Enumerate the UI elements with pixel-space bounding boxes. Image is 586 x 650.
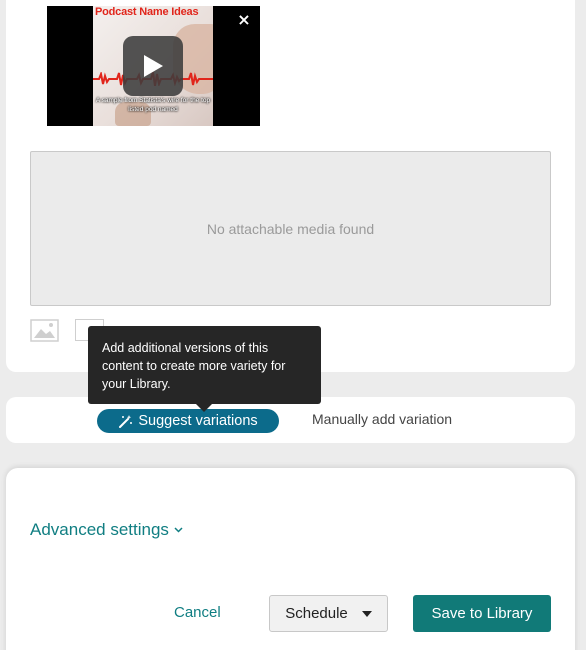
video-thumbnail[interactable]: Podcast Name Ideas A sample from Statist… (47, 6, 260, 126)
play-button[interactable] (123, 36, 183, 96)
suggest-variations-label: Suggest variations (138, 413, 258, 429)
caret-down-icon (361, 610, 372, 617)
tooltip-arrow (195, 403, 213, 412)
schedule-label: Schedule (285, 605, 348, 622)
manually-add-variation-button[interactable]: Manually add variation (312, 411, 452, 427)
schedule-dropdown-button[interactable]: Schedule (269, 595, 388, 632)
cancel-button[interactable]: Cancel (174, 604, 221, 621)
video-title: Podcast Name Ideas (95, 6, 199, 18)
chevron-down-icon (174, 527, 183, 533)
suggest-variations-tooltip: Add additional versions of this content … (88, 326, 321, 404)
save-to-library-button[interactable]: Save to Library (413, 595, 551, 632)
media-placeholder: No attachable media found (30, 151, 551, 306)
play-icon (144, 55, 163, 77)
settings-card: Advanced settings Cancel Schedule Save t… (6, 468, 575, 650)
suggest-variations-button[interactable]: Suggest variations (97, 409, 279, 433)
remove-video-button[interactable]: × (234, 10, 254, 30)
image-icon[interactable] (30, 319, 59, 342)
advanced-settings-toggle[interactable]: Advanced settings (30, 520, 183, 540)
advanced-settings-label: Advanced settings (30, 520, 169, 539)
video-caption: A sample from Statista's wire for the to… (95, 97, 211, 113)
post-card: Podcast Name Ideas A sample from Statist… (6, 0, 575, 372)
no-media-text: No attachable media found (206, 220, 375, 237)
magic-wand-icon (119, 414, 133, 428)
